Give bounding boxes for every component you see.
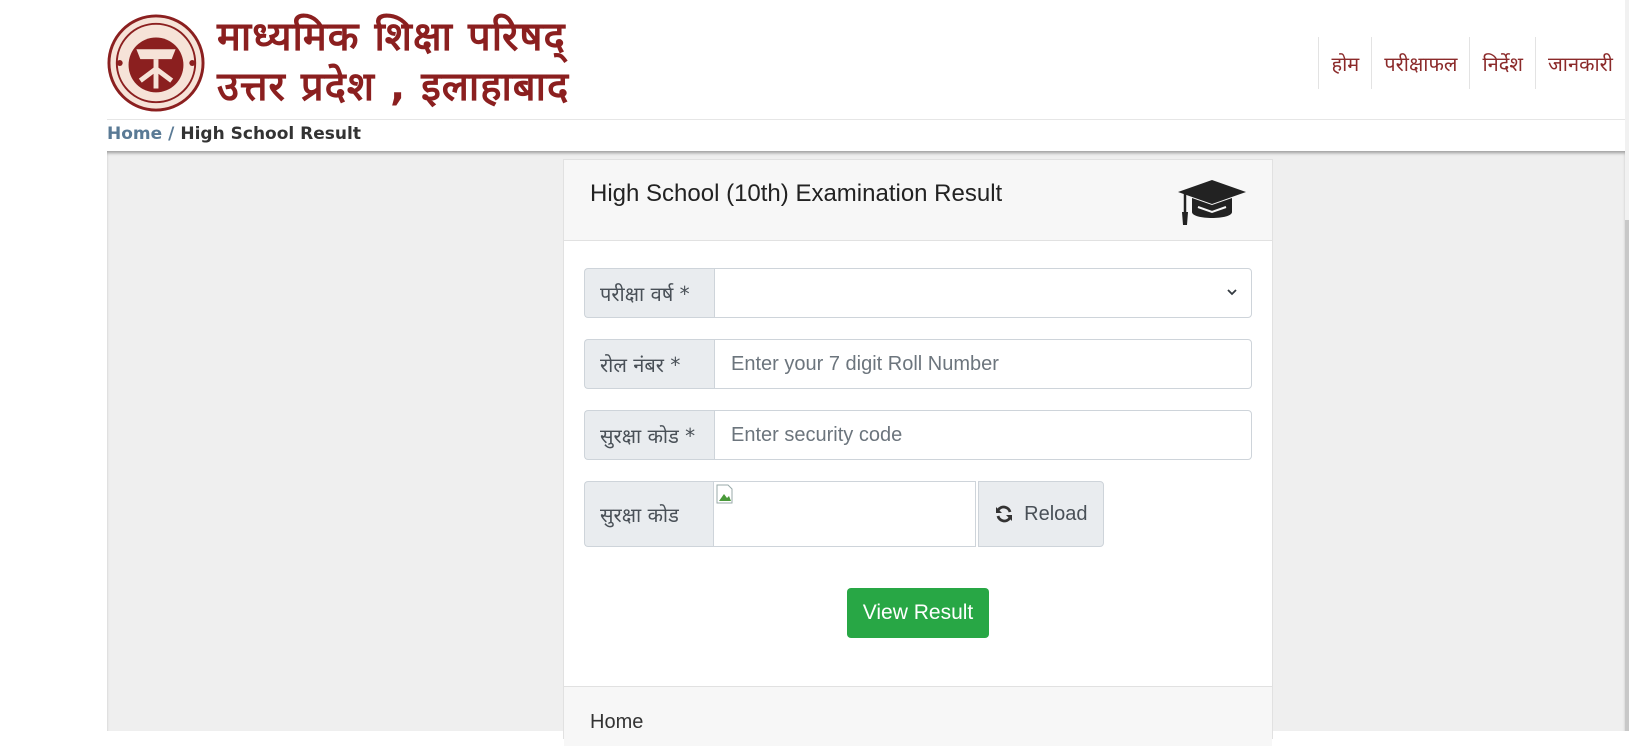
emblem-logo-icon [107, 14, 205, 112]
site-title: माध्यमिक शिक्षा परिषद् उत्तर प्रदेश , इल… [217, 12, 569, 112]
captcha-group: सुरक्षा कोड Reload [584, 481, 1104, 547]
breadcrumb-current: High School Result [180, 124, 361, 144]
result-form-card: High School (10th) Examination Result पर… [563, 159, 1273, 746]
security-code-label: सुरक्षा कोड * [584, 410, 714, 460]
page: माध्यमिक शिक्षा परिषद् उत्तर प्रदेश , इल… [107, 0, 1625, 746]
header-divider [107, 119, 1625, 120]
exam-year-label: परीक्षा वर्ष * [584, 268, 714, 318]
scrollbar-thumb[interactable] [1625, 220, 1629, 731]
breadcrumb: Home / High School Result [107, 124, 361, 150]
reload-label: Reload [1024, 502, 1088, 525]
security-code-group: सुरक्षा कोड * [584, 410, 1252, 460]
breadcrumb-home[interactable]: Home [107, 124, 162, 144]
chevron-down-icon [1227, 289, 1237, 296]
site-title-line2: उत्तर प्रदेश , इलाहाबाद [217, 64, 570, 110]
captcha-label: सुरक्षा कोड [584, 481, 714, 547]
breadcrumb-separator: / [168, 124, 175, 144]
card-footer: Home [564, 686, 1272, 746]
nav-instructions[interactable]: निर्देश [1469, 37, 1535, 89]
main-nav: होम परीक्षाफल निर्देश जानकारी [1318, 37, 1625, 89]
roll-number-label: रोल नंबर * [584, 339, 714, 389]
exam-year-select[interactable] [714, 268, 1252, 318]
security-code-input[interactable] [731, 423, 1251, 447]
graduation-cap-icon [1178, 180, 1246, 225]
broken-image-icon [716, 484, 733, 504]
view-result-button[interactable]: View Result [847, 588, 989, 638]
content-area: High School (10th) Examination Result पर… [107, 151, 1625, 746]
nav-home[interactable]: होम [1318, 37, 1371, 89]
roll-number-field-wrap [714, 339, 1252, 389]
exam-year-group: परीक्षा वर्ष * [584, 268, 1252, 318]
roll-number-input[interactable] [731, 352, 1251, 376]
site-header: माध्यमिक शिक्षा परिषद् उत्तर प्रदेश , इल… [107, 0, 1625, 120]
nav-results[interactable]: परीक्षाफल [1371, 37, 1469, 89]
page-scrollbar[interactable] [1625, 0, 1629, 731]
nav-information[interactable]: जानकारी [1534, 37, 1625, 89]
site-title-line1: माध्यमिक शिक्षा परिषद् [217, 14, 566, 60]
security-code-field-wrap [714, 410, 1252, 460]
roll-number-group: रोल नंबर * [584, 339, 1252, 389]
card-header: High School (10th) Examination Result [564, 160, 1272, 241]
refresh-icon [996, 505, 1013, 523]
captcha-image [713, 481, 976, 547]
reload-captcha-button[interactable]: Reload [977, 481, 1104, 547]
card-title: High School (10th) Examination Result [590, 180, 1003, 207]
